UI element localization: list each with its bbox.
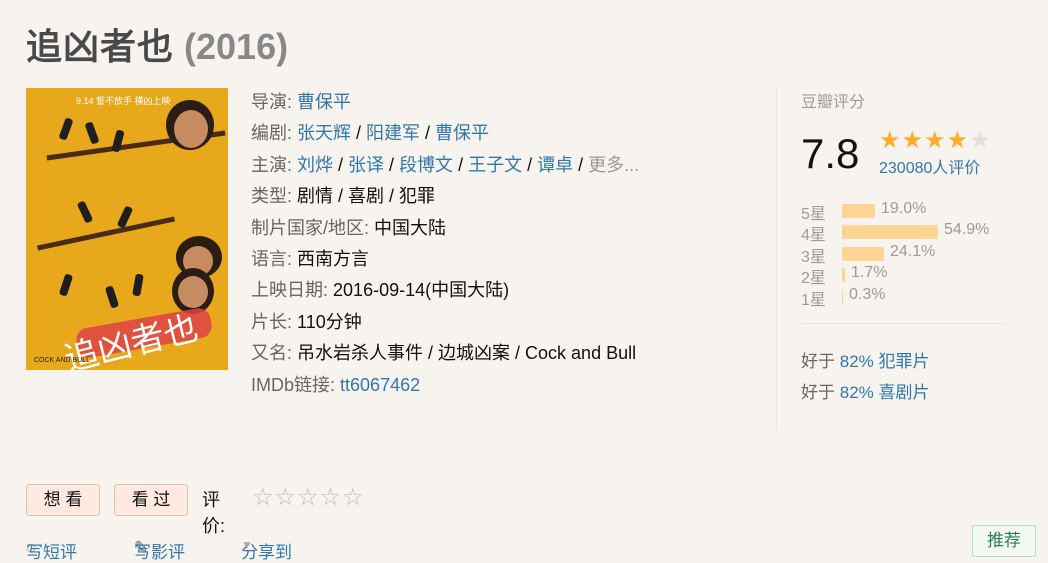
rating-row: 4星 54.9% xyxy=(801,221,1031,245)
poster-top-text: 9.14 誓不放手 横凶上映 xyxy=(76,96,171,106)
rating-stars: ★★★★★ xyxy=(879,126,992,155)
aka-row: 又名: 吊水岩杀人事件 / 边城凶案 / Cock and Bull xyxy=(251,338,639,369)
genre-label: 类型: xyxy=(251,186,293,207)
star-icon: ★ xyxy=(879,127,902,154)
country-value: 中国大陆 xyxy=(374,217,447,238)
writer-link[interactable]: 张天辉 xyxy=(297,123,351,143)
language-label: 语言: xyxy=(251,248,293,269)
better-than-item: 好于 82% 犯罪片 xyxy=(801,346,930,377)
rating-pct: 0.3% xyxy=(849,285,886,303)
rating-bar xyxy=(842,268,845,283)
release-value: 2016-09-14(中国大陆) xyxy=(333,280,510,301)
rating-header: 豆瓣评分 xyxy=(801,94,866,111)
aka-value: 吊水岩杀人事件 / 边城凶案 / Cock and Bull xyxy=(297,343,637,364)
better-than-item: 好于 82% 喜剧片 xyxy=(801,377,930,408)
cast-row: 主演: 刘烨 / 张译 / 段博文 / 王子文 / 谭卓 / 更多... xyxy=(251,154,640,175)
writer-label: 编剧: xyxy=(251,123,293,144)
cast-link[interactable]: 段博文 xyxy=(399,155,453,175)
release-row: 上映日期: 2016-09-14(中国大陆) xyxy=(251,275,639,306)
rating-row-label: 5星 xyxy=(801,206,826,223)
cast-link[interactable]: 王子文 xyxy=(468,155,522,175)
language-row: 语言: 西南方言 xyxy=(251,244,639,275)
rate-stars[interactable]: ☆☆☆☆☆ xyxy=(252,483,365,512)
rating-row-label: 3星 xyxy=(801,248,826,266)
rating-bar xyxy=(842,204,875,218)
better-than-category[interactable]: 犯罪片 xyxy=(879,352,930,371)
star-icon: ★ xyxy=(901,127,925,154)
cast-more-link[interactable]: 更多... xyxy=(588,155,639,175)
imdb-label: IMDb链接: xyxy=(251,374,336,395)
language-value: 西南方言 xyxy=(297,248,370,269)
rating-pct: 1.7% xyxy=(851,264,888,282)
director-link[interactable]: 曹保平 xyxy=(297,92,351,112)
rating-pct: 54.9% xyxy=(944,221,990,239)
rating-panel: 豆瓣评分 7.8 ★★★★★ 230080人评价 5星 19.0% 4星 54.… xyxy=(776,88,1031,430)
writer-row: 编剧: 张天辉 / 阳建军 / 曹保平 xyxy=(251,123,490,144)
rating-row: 1星 0.3% xyxy=(801,285,1031,309)
rating-bar xyxy=(842,225,938,240)
movie-info: 导演: 曹保平 编剧: 张天辉 / 阳建军 / 曹保平 主演: 刘烨 / 张译 … xyxy=(251,87,639,401)
rating-bar xyxy=(842,289,843,304)
rating-distribution: 5星 19.0% 4星 54.9% 3星 24.1% 2星 1.7% 1星 0.… xyxy=(801,200,1031,309)
rating-divider xyxy=(801,323,1006,324)
recommend-button[interactable]: 推荐 xyxy=(972,525,1036,557)
movie-poster[interactable]: 9.14 誓不放手 横凶上映 追凶者也 COCK AND BULL xyxy=(26,88,228,370)
watched-button[interactable]: 看 过 xyxy=(114,484,188,516)
better-than-category[interactable]: 喜剧片 xyxy=(879,383,930,402)
star-icon: ★ xyxy=(969,127,992,154)
rating-score: 7.8 xyxy=(801,130,860,177)
short-review-label: 写短评 xyxy=(26,543,77,562)
better-than-prefix: 好于 xyxy=(801,383,840,402)
cast-link[interactable]: 张译 xyxy=(348,155,384,175)
rating-pct: 24.1% xyxy=(890,242,936,260)
rating-bar xyxy=(842,246,884,261)
star-icon: ★ xyxy=(924,127,947,154)
imdb-link[interactable]: tt6067462 xyxy=(340,375,420,395)
rating-row: 5星 19.0% xyxy=(801,200,1031,223)
rating-summary: 7.8 ★★★★★ 230080人评价 xyxy=(801,120,1031,182)
star-outline-icon[interactable]: ☆ xyxy=(275,484,298,511)
better-than-prefix: 好于 xyxy=(801,352,840,371)
want-to-watch-button[interactable]: 想 看 xyxy=(26,484,100,516)
rating-pct: 19.0% xyxy=(881,200,927,217)
star-outline-icon[interactable]: ☆ xyxy=(342,484,365,511)
star-outline-icon[interactable]: ☆ xyxy=(320,484,343,511)
director-label: 导演: xyxy=(251,92,293,112)
runtime-row: 片长: 110分钟 xyxy=(251,307,639,338)
writer-link[interactable]: 曹保平 xyxy=(435,123,489,143)
genre-row: 类型: 剧情 / 喜剧 / 犯罪 xyxy=(251,181,639,212)
better-than-percent[interactable]: 82% xyxy=(840,352,874,371)
cast-link[interactable]: 谭卓 xyxy=(537,155,573,175)
rating-row: 3星 24.1% xyxy=(801,242,1031,266)
chevron-down-icon: ▼ xyxy=(241,538,253,552)
genre-value: 剧情 / 喜剧 / 犯罪 xyxy=(297,186,436,207)
star-outline-icon[interactable]: ☆ xyxy=(252,484,275,511)
rating-row-label: 1星 xyxy=(801,291,826,309)
director-row: 导演: 曹保平 xyxy=(251,87,639,118)
movie-year: (2016) xyxy=(184,26,289,67)
poster-bottom-text: COCK AND BULL xyxy=(34,357,91,364)
aka-label: 又名: xyxy=(251,343,293,364)
star-icon: ★ xyxy=(946,127,970,154)
runtime-label: 片长: xyxy=(251,311,293,332)
rating-row: 2星 1.7% xyxy=(801,264,1031,288)
movie-title: 追凶者也 xyxy=(26,26,175,67)
imdb-row: IMDb链接: tt6067462 xyxy=(251,370,639,401)
release-label: 上映日期: xyxy=(251,280,329,301)
runtime-value: 110分钟 xyxy=(297,311,362,332)
better-than-percent[interactable]: 82% xyxy=(840,383,874,402)
rate-label: 评价: xyxy=(202,490,226,536)
rating-row-label: 2星 xyxy=(801,270,826,288)
rating-votes-link[interactable]: 230080人评价 xyxy=(879,154,980,178)
cast-label: 主演: xyxy=(251,154,293,175)
country-label: 制片国家/地区: xyxy=(251,217,370,238)
star-outline-icon[interactable]: ☆ xyxy=(297,484,320,511)
country-row: 制片国家/地区: 中国大陆 xyxy=(251,213,639,244)
page-title: 追凶者也 (2016) xyxy=(26,18,288,70)
rating-row-label: 4星 xyxy=(801,227,826,245)
better-than-list: 好于 82% 犯罪片 好于 82% 喜剧片 xyxy=(801,346,930,408)
long-review-label: 写影评 xyxy=(134,543,185,562)
writer-link[interactable]: 阳建军 xyxy=(366,123,420,143)
cast-link[interactable]: 刘烨 xyxy=(297,155,333,175)
